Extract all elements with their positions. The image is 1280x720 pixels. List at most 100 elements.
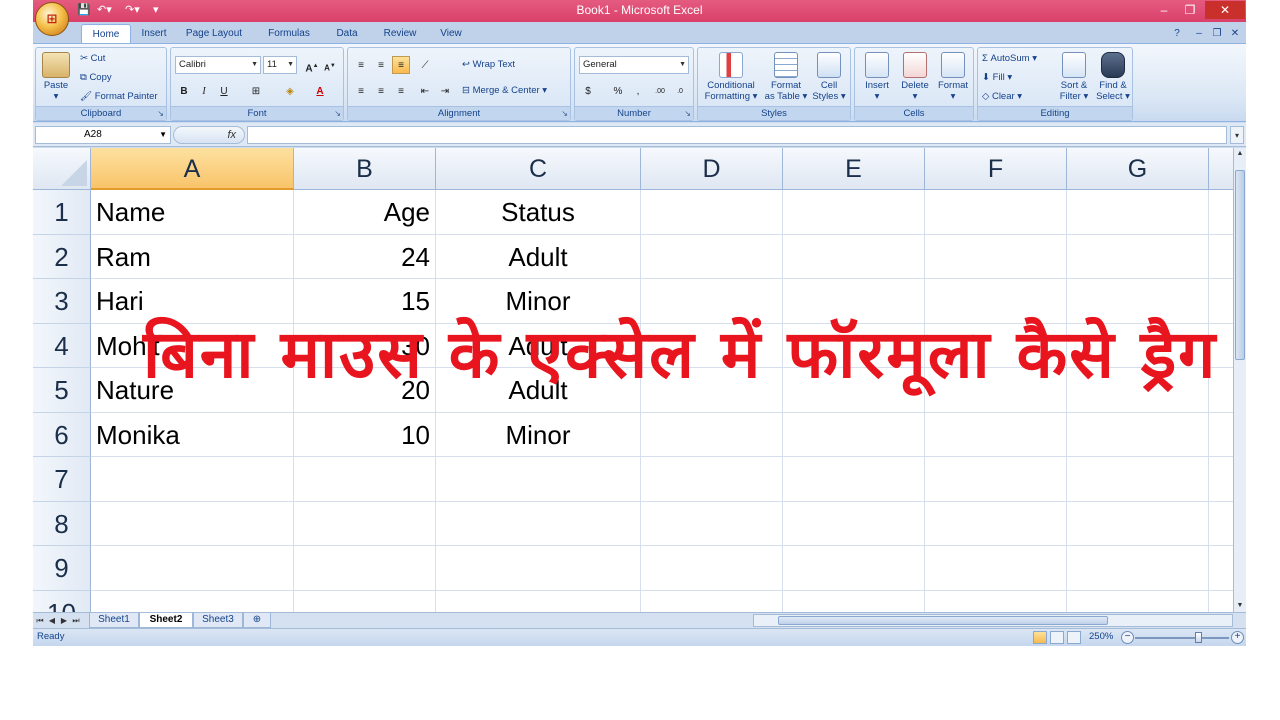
undo-icon[interactable]: ↶▾ [97,3,112,19]
cell[interactable] [783,190,925,235]
sheet-tab-sheet2[interactable]: Sheet2 [139,613,193,628]
font-size-dropdown[interactable]: 11 ▼ [263,56,297,74]
cell[interactable] [1067,190,1209,235]
align-top-icon[interactable]: ≡ [352,56,370,74]
cell[interactable] [1067,279,1209,324]
dialog-launcher-icon[interactable]: ↘ [561,109,568,118]
increase-decimal-icon[interactable]: .00 [651,82,669,100]
cell[interactable] [91,501,294,546]
cell[interactable]: Name [91,190,294,235]
cell[interactable] [1209,502,1233,546]
row-header-2[interactable]: 2 [33,234,91,279]
column-header-c[interactable]: C [436,148,641,190]
cell[interactable] [1209,190,1233,235]
sheet-tab-sheet3[interactable]: Sheet3 [193,613,243,628]
cell[interactable]: Monika [91,412,294,457]
vertical-scrollbar[interactable]: ▲ ▼ [1233,148,1246,612]
find-select-button[interactable]: Find & Select ▾ [1094,52,1132,102]
row-header-7[interactable]: 7 [33,457,91,502]
clear-button[interactable]: ◇ Clear ▾ [982,88,1022,106]
cell[interactable] [925,412,1067,457]
help-icon[interactable]: ? [1169,24,1185,44]
align-bottom-icon[interactable]: ≡ [392,56,410,74]
cell[interactable] [925,279,1067,324]
formula-input[interactable] [247,126,1227,144]
cell[interactable] [1067,368,1209,413]
decrease-indent-icon[interactable]: ⇤ [416,82,434,100]
column-header-e[interactable]: E [783,148,925,190]
grow-font-button[interactable]: A▲ [303,56,321,74]
column-header-h[interactable] [1209,148,1233,190]
increase-indent-icon[interactable]: ⇥ [436,82,454,100]
cell[interactable] [1067,590,1209,612]
cell[interactable]: Minor [436,412,641,457]
cell[interactable] [925,368,1067,413]
row-header-4[interactable]: 4 [33,323,91,368]
cell[interactable] [91,457,294,502]
page-break-view-icon[interactable] [1067,631,1081,644]
cell[interactable] [641,190,783,235]
tab-formulas[interactable]: Formulas [259,24,319,44]
horizontal-scrollbar[interactable] [753,614,1233,627]
vertical-scroll-thumb[interactable] [1235,170,1245,360]
page-layout-view-icon[interactable] [1050,631,1064,644]
scroll-up-icon[interactable]: ▲ [1234,148,1246,159]
cell[interactable] [1209,413,1233,457]
align-middle-icon[interactable]: ≡ [372,56,390,74]
cell[interactable] [925,190,1067,235]
borders-icon[interactable]: ⊞ [247,82,265,100]
bold-button[interactable]: B [175,82,193,100]
customize-qat-icon[interactable]: ▾ [153,3,159,19]
cell[interactable] [436,501,641,546]
cell[interactable] [641,546,783,591]
cell[interactable]: Status [436,190,641,235]
cell[interactable]: Mohit [91,323,294,368]
zoom-in-icon[interactable]: + [1231,631,1244,644]
align-right-icon[interactable]: ≡ [392,82,410,100]
orientation-icon[interactable]: ⟋ [416,56,434,74]
zoom-slider-thumb[interactable] [1195,632,1202,643]
merge-center-button[interactable]: ⊟ Merge & Center ▾ [462,82,547,100]
insert-cells-button[interactable]: Insert ▾ [859,52,895,102]
cell[interactable]: 20 [294,368,436,413]
comma-button[interactable]: , [629,82,647,100]
cell[interactable] [783,457,925,502]
row-header-9[interactable]: 9 [33,546,91,591]
dialog-launcher-icon[interactable]: ↘ [334,109,341,118]
column-header-a[interactable]: A [91,148,294,190]
office-button[interactable]: ⊞ [35,2,69,36]
cell[interactable] [925,501,1067,546]
first-sheet-icon[interactable]: ⏮ [35,614,45,627]
cell[interactable] [1209,368,1233,413]
cell[interactable] [1209,591,1233,613]
column-header-g[interactable]: G [1067,148,1209,190]
cell[interactable] [294,546,436,591]
copy-button[interactable]: ⧉ Copy [80,69,112,87]
cell[interactable] [294,457,436,502]
close-icon[interactable]: ✕ [1205,1,1245,19]
insert-sheet-icon[interactable]: ⊕ [243,613,271,628]
cell[interactable] [925,234,1067,279]
prev-sheet-icon[interactable]: ◀ [47,614,57,627]
column-header-d[interactable]: D [641,148,783,190]
dialog-launcher-icon[interactable]: ↘ [157,109,164,118]
cell[interactable]: 10 [294,412,436,457]
ribbon-minimize-icon[interactable]: – [1191,24,1207,44]
sheet-tab-sheet1[interactable]: Sheet1 [89,613,139,628]
row-header-1[interactable]: 1 [33,190,91,235]
row-header-6[interactable]: 6 [33,412,91,457]
cell[interactable] [783,412,925,457]
expand-formula-bar-icon[interactable]: ▾ [1230,126,1244,144]
cell[interactable] [641,501,783,546]
normal-view-icon[interactable] [1033,631,1047,644]
zoom-level[interactable]: 250% [1089,631,1113,642]
italic-button[interactable]: I [195,82,213,100]
cell[interactable] [925,323,1067,368]
dialog-launcher-icon[interactable]: ↘ [684,109,691,118]
cell[interactable] [925,457,1067,502]
format-painter-button[interactable]: 🖌 Format Painter [80,88,158,106]
scroll-down-icon[interactable]: ▼ [1234,600,1246,611]
tab-insert[interactable]: Insert [131,24,177,44]
insert-function-button[interactable]: fx [173,126,245,144]
horizontal-scroll-thumb[interactable] [778,616,1108,625]
